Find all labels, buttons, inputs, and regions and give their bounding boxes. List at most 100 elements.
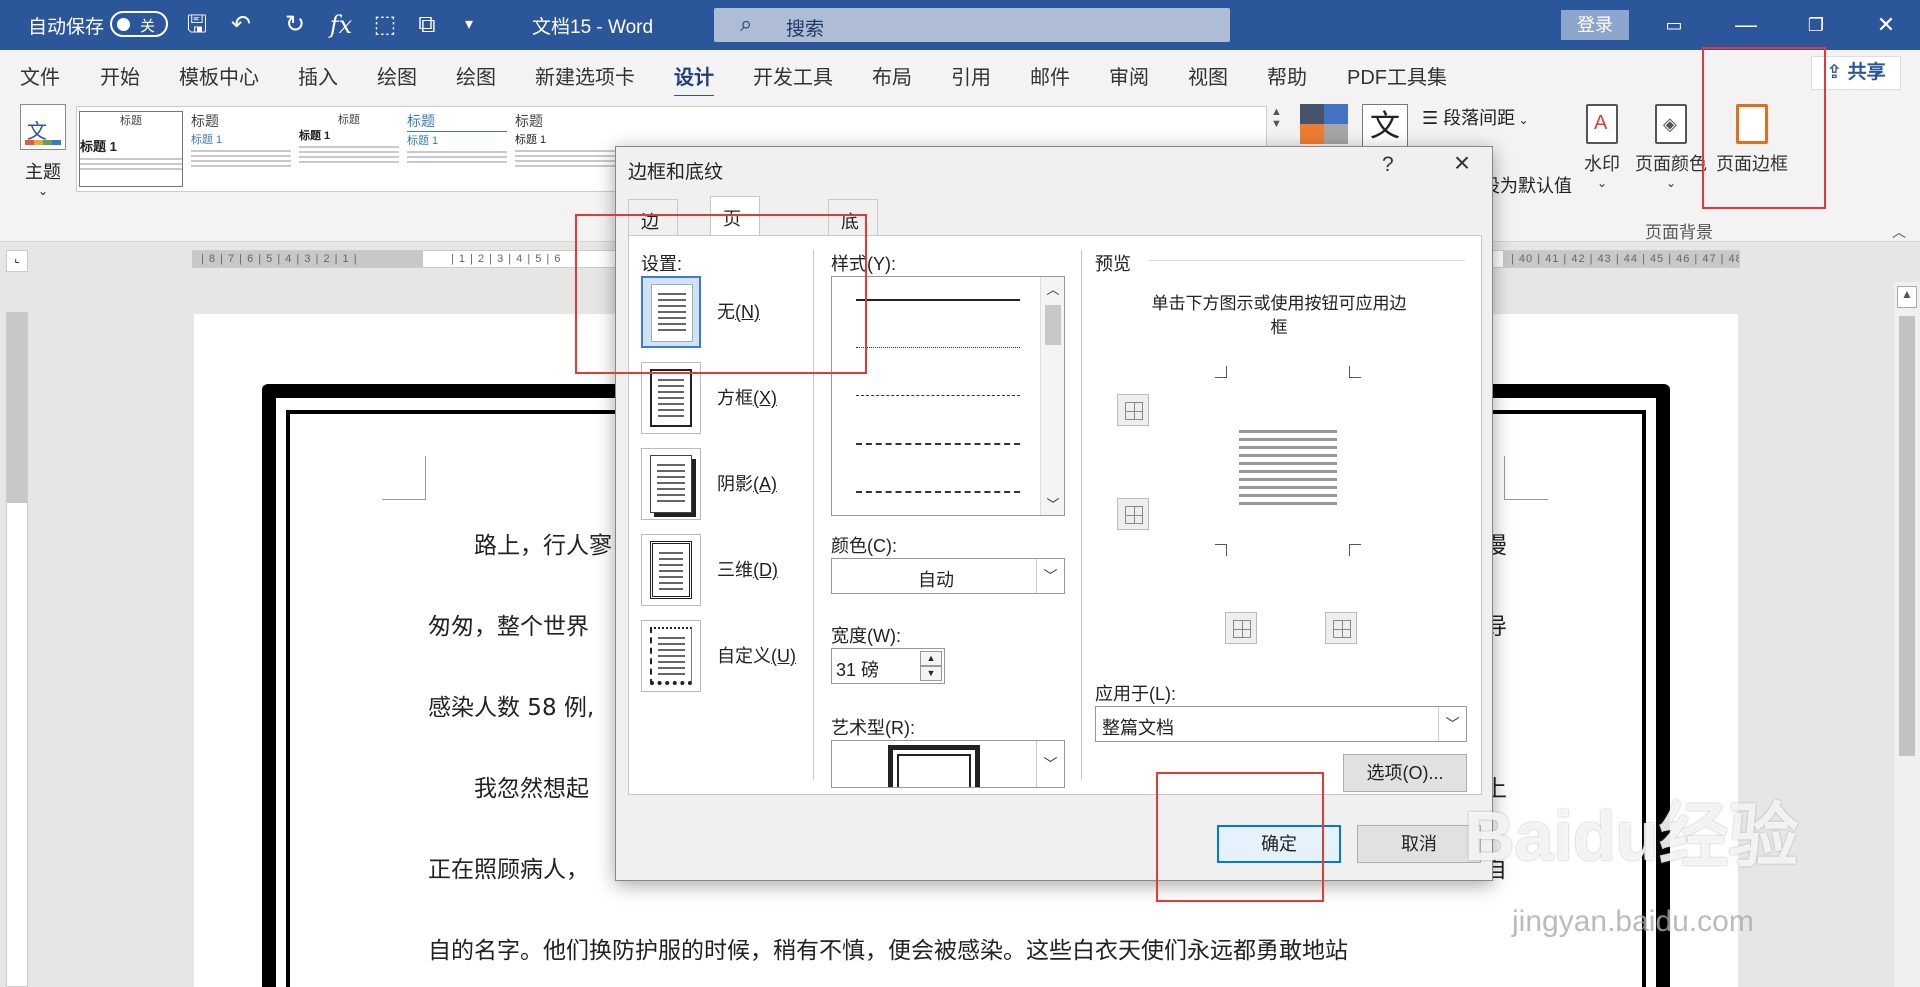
restore-icon[interactable]: ❐ (1796, 8, 1836, 42)
tab-mailings[interactable]: 邮件 (1030, 61, 1070, 90)
tab-review[interactable]: 审阅 (1109, 61, 1149, 90)
setting-shadow[interactable] (641, 448, 701, 520)
save-icon[interactable]: 🖫 (182, 10, 212, 40)
close-icon[interactable]: × (1442, 147, 1482, 179)
tab-home[interactable]: 开始 (100, 61, 140, 90)
paragraph-line: 自的名字。他们换防护服的时候，稍有不慎，便会被感染。这些白衣天使们永远都勇敢地站 (428, 938, 1348, 964)
search-icon: ⌕ (740, 11, 753, 36)
apply-to-label: 应用于(L): (1095, 684, 1176, 704)
share-button[interactable]: ⇪ 共享 (1811, 56, 1901, 90)
right-border-toggle[interactable] (1325, 612, 1357, 644)
style-set-item[interactable]: 标题 标题 1 (407, 111, 507, 187)
setting-3d[interactable] (641, 534, 701, 606)
options-button[interactable]: 选项(O)... (1343, 754, 1467, 792)
style-dotted[interactable] (856, 347, 1020, 348)
tab-draw-2[interactable]: 绘图 (456, 61, 496, 90)
top-border-toggle[interactable] (1117, 394, 1149, 426)
style-list-scrollbar[interactable]: ︿ ﹀ (1040, 277, 1064, 515)
setting-label: 设置: (641, 254, 683, 274)
art-label: 艺术型(R): (831, 718, 915, 738)
setting-custom[interactable] (641, 620, 701, 692)
style-set-item[interactable]: 标题 标题 1 (79, 111, 183, 187)
art-select[interactable]: ﹀ (831, 740, 1065, 788)
collapse-ribbon-icon[interactable]: ︿ (1892, 222, 1906, 242)
colors-icon[interactable] (1300, 104, 1348, 144)
scroll-thumb[interactable] (1899, 316, 1915, 756)
apply-to-select[interactable]: 整篇文档 ﹀ (1095, 706, 1467, 742)
title-bar: 自动保存 关 🖫 ↶ ↻ fx ⬚ ⧉ ▾ 文档15 - Word ⌕ 搜索 登… (0, 0, 1920, 50)
bottom-border-toggle[interactable] (1117, 498, 1149, 530)
close-window-icon[interactable]: ✕ (1866, 8, 1906, 42)
fonts-icon[interactable]: 文 (1362, 104, 1408, 150)
style-set-item[interactable]: 标题 标题 1 (191, 111, 291, 187)
dialog-title: 边框和底纹 (628, 162, 724, 183)
document-title: 文档15 - Word (532, 17, 654, 38)
style-list[interactable]: ︿ ﹀ (831, 276, 1065, 516)
page-color-icon: ◈ (1655, 104, 1687, 144)
tab-developer[interactable]: 开发工具 (753, 61, 833, 90)
select-icon[interactable]: ⬚ (370, 10, 400, 40)
ok-button[interactable]: 确定 (1217, 825, 1341, 863)
paragraph-spacing-button[interactable]: ☰ 段落间距 ⌄ (1422, 104, 1529, 130)
search-box[interactable]: ⌕ 搜索 (714, 8, 1230, 42)
tab-new-tab[interactable]: 新建选项卡 (535, 61, 635, 90)
watermark-button[interactable]: A 水印 ⌄ (1562, 104, 1642, 190)
scroll-thumb[interactable] (1045, 305, 1061, 345)
chevron-down-icon: ﹀ (1438, 707, 1466, 741)
tab-layout[interactable]: 布局 (872, 61, 912, 90)
setting-none[interactable] (641, 276, 701, 348)
tab-shading[interactable]: 底纹(S) (828, 199, 878, 280)
redo-icon[interactable]: ↻ (280, 10, 310, 40)
tab-design[interactable]: 设计 (674, 61, 714, 98)
scroll-down-icon[interactable]: ﹀ (1041, 494, 1065, 513)
watermark-icon: A (1586, 104, 1618, 144)
vertical-ruler[interactable] (6, 312, 28, 987)
tab-borders[interactable]: 边框(B) (628, 199, 678, 280)
style-set-item[interactable]: 标题 标题 1 (515, 111, 615, 187)
toggle-state: 关 (140, 18, 156, 35)
setting-box[interactable] (641, 362, 701, 434)
width-spinner[interactable]: 31 磅 ▲ ▼ (831, 648, 945, 684)
tab-view[interactable]: 视图 (1188, 61, 1228, 90)
undo-icon[interactable]: ↶ (226, 10, 256, 40)
spin-up-icon[interactable]: ▲ (920, 651, 942, 666)
page-borders-button[interactable]: 页面边框 (1712, 104, 1792, 176)
spin-down-icon[interactable]: ▼ (920, 666, 942, 681)
style-dash-dot[interactable] (856, 491, 1020, 493)
tab-references[interactable]: 引用 (951, 61, 991, 90)
hierarchy-icon[interactable]: ⧉ (412, 10, 442, 40)
margin-corner-mark (1504, 456, 1548, 500)
themes-button[interactable]: 文 主题 ⌄ (18, 104, 68, 198)
tab-insert[interactable]: 插入 (298, 61, 338, 90)
function-icon[interactable]: fx (326, 10, 356, 40)
themes-label: 主题 (25, 162, 61, 182)
tab-page-border[interactable]: 页面边框(P) (710, 196, 760, 329)
style-dashed-small[interactable] (856, 395, 1020, 396)
tab-draw[interactable]: 绘图 (377, 61, 417, 90)
customize-toolbar-icon[interactable]: ▾ (454, 10, 484, 40)
set-default-button[interactable]: 设为默认值 (1482, 172, 1572, 198)
style-solid[interactable] (856, 299, 1020, 301)
style-set-item[interactable]: 标题 标题 1 (299, 111, 399, 187)
tab-template-center[interactable]: 模板中心 (179, 61, 259, 90)
tab-file[interactable]: 文件 (20, 61, 60, 90)
paragraph-line: 路上，行人寥 (474, 533, 612, 559)
tab-pdf-tools[interactable]: PDF工具集 (1347, 61, 1447, 90)
login-button[interactable]: 登录 (1561, 10, 1629, 40)
style-dashed[interactable] (856, 443, 1020, 445)
tab-selector[interactable]: ⌞ (6, 250, 28, 272)
minimize-icon[interactable]: — (1726, 8, 1766, 42)
vertical-scrollbar[interactable]: ▲ (1894, 282, 1920, 987)
scroll-up-icon[interactable]: ▲ (1897, 286, 1917, 308)
tab-help[interactable]: 帮助 (1267, 61, 1307, 90)
cancel-button[interactable]: 取消 (1357, 825, 1481, 863)
preview-page[interactable] (1239, 430, 1337, 510)
page-border-panel: 设置: 无(N) 方框(X) 阴影(A) 三维(D) 自定义(U) 样式(Y):… (628, 235, 1482, 795)
color-select[interactable]: 自动 ﹀ (831, 558, 1065, 594)
scroll-up-icon[interactable]: ︿ (1041, 279, 1065, 298)
page-color-button[interactable]: ◈ 页面颜色 ⌄ (1631, 104, 1711, 190)
autosave-toggle[interactable]: 关 (110, 11, 168, 37)
ribbon-display-icon[interactable]: ▭ (1654, 8, 1694, 42)
left-border-toggle[interactable] (1225, 612, 1257, 644)
help-icon[interactable]: ? (1382, 153, 1394, 177)
